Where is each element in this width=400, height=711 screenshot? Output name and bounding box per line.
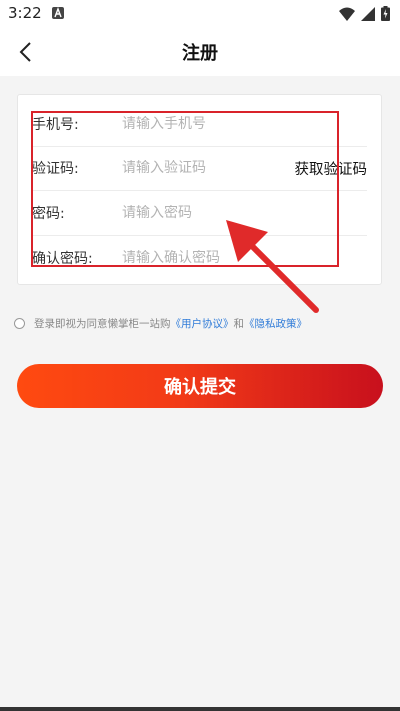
status-time: 3:22 [8,4,42,22]
nav-bar: 注册 [0,28,400,76]
user-agreement-link[interactable]: 《用户协议》 [171,316,234,331]
phone-row: 手机号: [32,102,367,147]
password-label: 密码: [32,206,65,222]
battery-icon [381,6,390,21]
status-bar: 3:22 [0,0,400,28]
confirm-password-input[interactable] [122,250,367,266]
phone-input[interactable] [122,116,367,132]
password-input[interactable] [122,205,367,221]
bottom-edge [0,707,400,711]
agree-radio[interactable] [14,318,25,329]
code-row: 验证码: 获取验证码 [32,146,367,191]
confirm-password-label: 确认密码: [32,251,93,267]
agreement-and: 和 [233,318,245,330]
code-label: 验证码: [32,161,79,177]
agreement-text: 登录即视为同意懒掌柜一站购 [34,318,171,330]
submit-button[interactable]: 确认提交 [17,364,383,408]
phone-label: 手机号: [32,117,79,133]
notification-icon [52,7,64,19]
privacy-policy-link[interactable]: 《隐私政策》 [244,316,307,331]
password-row: 密码: [32,191,367,236]
confirm-password-row: 确认密码: [32,236,367,280]
page-title: 注册 [182,43,218,64]
code-input[interactable] [122,160,295,176]
wifi-icon [339,7,355,21]
signal-icon [361,6,375,21]
status-icons [339,6,390,21]
agreement-row: 登录即视为同意懒掌柜一站购 《用户协议》 和 《隐私政策》 [14,316,307,331]
register-form: 手机号: 验证码: 获取验证码 密码: 确认密码: [17,94,382,285]
get-code-button[interactable]: 获取验证码 [295,158,368,179]
